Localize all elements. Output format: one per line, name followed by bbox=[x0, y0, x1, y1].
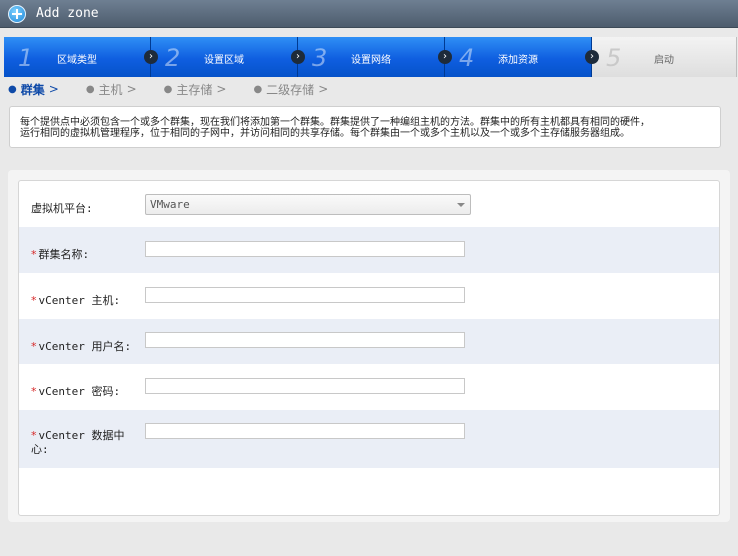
field-label: * vCenter 数据中 心: bbox=[31, 429, 124, 457]
chevron-right-icon: > bbox=[216, 82, 227, 96]
bullet-icon: ● bbox=[8, 83, 17, 95]
step-arrow-icon: › bbox=[585, 50, 599, 64]
cluster-form: 虚拟机平台: VMware * 群集名称: * vCenter 主机: * vCent… bbox=[18, 180, 720, 516]
form-row-vcenter-password: * vCenter 密码: bbox=[19, 364, 719, 410]
bullet-icon: ● bbox=[163, 83, 173, 95]
step-setup-network[interactable]: 3 设置网络 › bbox=[298, 37, 452, 77]
step-add-resources[interactable]: 4 添加资源 › bbox=[445, 37, 599, 77]
form-row-vcenter-host: * vCenter 主机: bbox=[19, 273, 719, 319]
step-label: 启动 bbox=[654, 55, 674, 66]
vcenter-password-input[interactable] bbox=[145, 378, 465, 394]
field-label: * vCenter 主机: bbox=[31, 292, 120, 308]
step-arrow-icon: › bbox=[144, 50, 158, 64]
required-marker: * bbox=[31, 429, 37, 442]
bullet-icon: ● bbox=[253, 83, 263, 95]
field-label-text: 心: bbox=[31, 443, 49, 456]
add-zone-icon bbox=[8, 4, 26, 23]
field-label: * vCenter 用户名: bbox=[31, 338, 131, 354]
required-marker: * bbox=[31, 248, 37, 261]
step-arrow-icon: › bbox=[438, 50, 452, 64]
subtab-cluster[interactable]: ● 群集 > bbox=[8, 81, 59, 98]
subtab-label: 主机 bbox=[98, 82, 123, 97]
step-arrow-icon: › bbox=[291, 50, 305, 64]
wizard-steps: 1 区域类型 › 2 设置区域 › 3 设置网络 › 4 添加资源 › 5 启动 bbox=[4, 37, 737, 77]
step-label: 区域类型 bbox=[57, 55, 97, 66]
subtab-label: 主存储 bbox=[176, 82, 213, 97]
cluster-name-input[interactable] bbox=[145, 241, 465, 257]
chevron-right-icon: > bbox=[318, 82, 329, 96]
subtab-label: 群集 bbox=[20, 82, 45, 97]
cluster-description: 每个提供点中必须包含一个或多个群集，现在我们将添加第一个群集。群集提供了一种编组… bbox=[9, 106, 721, 148]
form-row-hypervisor: 虚拟机平台: VMware bbox=[19, 181, 719, 227]
subtab-label: 二级存储 bbox=[266, 82, 315, 97]
step-launch[interactable]: 5 启动 bbox=[592, 37, 737, 77]
description-line: 运行相同的虚拟机管理程序，位于相同的子网中，并访问相同的共享存储。每个群集由一个… bbox=[20, 128, 630, 139]
description-line: 每个提供点中必须包含一个或多个群集，现在我们将添加第一个群集。群集提供了一种编组… bbox=[20, 117, 650, 128]
subtab-secondary-storage[interactable]: ● 二级存储 > bbox=[253, 81, 328, 98]
field-label-text: vCenter 数据中 bbox=[38, 429, 125, 442]
subtab-host[interactable]: ● 主机 > bbox=[86, 81, 137, 98]
step-label: 设置网络 bbox=[351, 55, 391, 66]
vcenter-host-input[interactable] bbox=[145, 287, 465, 303]
required-marker: * bbox=[31, 294, 37, 307]
vcenter-datacenter-input[interactable] bbox=[145, 423, 465, 439]
vcenter-username-input[interactable] bbox=[145, 332, 465, 348]
field-label-text: vCenter 用户名: bbox=[38, 340, 132, 353]
hypervisor-select[interactable]: VMware bbox=[145, 194, 471, 215]
bullet-icon: ● bbox=[85, 83, 95, 95]
field-label: * 群集名称: bbox=[31, 246, 89, 262]
field-label-text: vCenter 密码: bbox=[38, 385, 121, 398]
field-label-text: vCenter 主机: bbox=[38, 294, 121, 307]
required-marker: * bbox=[31, 340, 37, 353]
resource-subtabs: ● 群集 > ● 主机 > ● 主存储 > ● 二级存储 > bbox=[8, 81, 355, 97]
chevron-right-icon: > bbox=[126, 82, 137, 96]
field-label-text: 群集名称: bbox=[38, 248, 90, 261]
field-label: * vCenter 密码: bbox=[31, 383, 120, 399]
field-label: 虚拟机平台: bbox=[31, 202, 93, 215]
step-zone-type[interactable]: 1 区域类型 › bbox=[4, 37, 158, 77]
step-label: 设置区域 bbox=[204, 55, 244, 66]
chevron-down-icon bbox=[457, 203, 465, 207]
form-row-vcenter-datacenter: * vCenter 数据中 心: bbox=[19, 410, 719, 468]
required-marker: * bbox=[31, 385, 37, 398]
form-row-vcenter-user: * vCenter 用户名: bbox=[19, 319, 719, 364]
dialog-title-bar: Add zone bbox=[0, 0, 738, 28]
chevron-right-icon: > bbox=[48, 82, 59, 96]
form-row-cluster-name: * 群集名称: bbox=[19, 227, 719, 273]
step-label: 添加资源 bbox=[498, 55, 538, 66]
subtab-primary-storage[interactable]: ● 主存储 > bbox=[164, 81, 227, 98]
step-setup-zone[interactable]: 2 设置区域 › bbox=[151, 37, 305, 77]
select-value: VMware bbox=[150, 198, 190, 211]
dialog-title: Add zone bbox=[36, 6, 99, 21]
